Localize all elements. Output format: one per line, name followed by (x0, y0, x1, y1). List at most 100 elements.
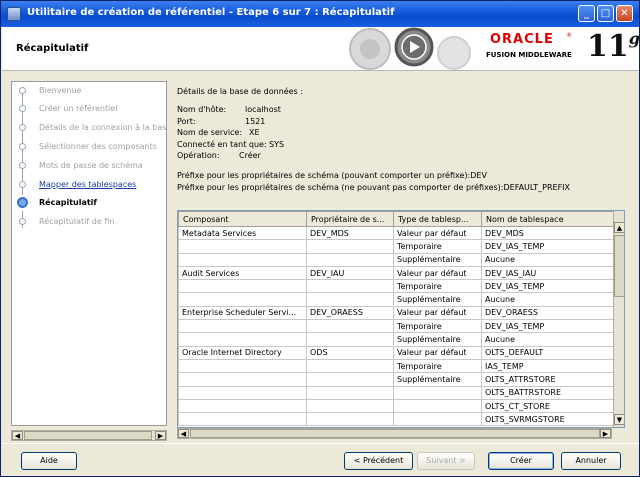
table-cell: OLTS_DEFAULT (481, 345, 614, 360)
table-cell: Audit Services (178, 265, 307, 281)
scroll-thumb[interactable] (24, 431, 152, 440)
db-value-operation: Créer (239, 151, 261, 160)
table-cell (306, 292, 394, 307)
minimize-icon: _ (584, 8, 589, 19)
nav-step-label: Récapitulatif (39, 198, 97, 207)
table-cell: Valeur par défaut (393, 265, 482, 281)
table-cell: DEV_IAS_IAU (481, 265, 614, 281)
db-label-connected-as: Connecté en tant que: (177, 140, 267, 149)
db-value-host: localhost (245, 105, 281, 114)
table-vertical-scrollbar[interactable]: ▲ ▼ (613, 211, 624, 427)
table-cell: OLTS_CT_STORE (481, 398, 614, 414)
window-title: Utilitaire de création de référentiel - … (27, 7, 395, 18)
table-cell: DEV_IAS_TEMP (481, 239, 614, 254)
table-row[interactable]: Temporaire DEV_IAS_TEMP (178, 239, 614, 254)
cancel-button[interactable]: Annuler (561, 452, 621, 470)
next-button-label: Suivant > (426, 456, 466, 465)
scroll-thumb[interactable] (190, 429, 600, 438)
column-header-proprietaire[interactable]: Propriétaire de s... (306, 211, 394, 227)
column-header-nom[interactable]: Nom de tablespace (481, 211, 614, 227)
table-cell: Temporaire (393, 239, 482, 254)
table-row[interactable]: Metadata Services DEV_MDS Valeur par défau… (178, 225, 614, 241)
table-cell: DEV_IAU (306, 265, 394, 281)
previous-button-label: < Précédent (353, 456, 404, 465)
nav-step-label: Créer un référentiel (39, 104, 118, 113)
db-label-service: Nom de service: (177, 128, 243, 137)
step-done-icon (19, 162, 26, 169)
table-cell (306, 398, 394, 414)
table-cell (178, 279, 307, 294)
nav-step-connexion: Détails de la connexion à la base de don… (12, 120, 167, 136)
table-horizontal-scrollbar[interactable]: ◀ ▶ (177, 428, 612, 439)
table-cell: Supplémentaire (393, 252, 482, 267)
nav-step-recapitulatif-fin: Récapitulatif de fin (12, 214, 166, 230)
table-cell: Enterprise Scheduler Servi... (178, 305, 307, 321)
scroll-right-icon[interactable]: ▶ (155, 431, 166, 440)
table-cell: DEV_MDS (306, 225, 394, 241)
db-details-heading: Détails de la base de données : (177, 87, 304, 96)
table-cell (306, 239, 394, 254)
table-cell: Aucune (481, 332, 614, 347)
prefix-line-1: Préfixe pour les propriétaires de schéma… (177, 171, 487, 180)
nav-horizontal-scrollbar[interactable]: ◀ ▶ (11, 430, 167, 441)
table-cell (306, 412, 394, 427)
table-row[interactable]: Temporaire DEV_IAS_TEMP (178, 319, 614, 334)
table-row[interactable]: Oracle Internet Directory ODS Valeur par d… (178, 345, 614, 360)
create-button-label: Créer (510, 456, 532, 465)
tablespace-table[interactable]: Composant Propriétaire de s... Type de t… (177, 210, 625, 428)
table-cell: OLTS_BATTRSTORE (481, 385, 614, 400)
table-row[interactable]: OLTS_BATTRSTORE (178, 385, 614, 400)
table-cell (178, 372, 307, 387)
table-cell (393, 398, 482, 414)
table-row[interactable]: Supplémentaire Aucune (178, 292, 614, 307)
title-bar[interactable]: Utilitaire de création de référentiel - … (1, 1, 639, 27)
nav-step-link[interactable]: Mapper des tablespaces (39, 180, 136, 189)
scroll-left-icon[interactable]: ◀ (12, 431, 23, 440)
table-row[interactable]: OLTS_SVRMGSTORE (178, 412, 614, 427)
step-done-icon (19, 87, 26, 94)
nav-step-mots-de-passe: Mots de passe de schéma (12, 158, 166, 174)
db-label-host: Nom d'hôte: (177, 105, 227, 114)
table-row[interactable]: Temporaire DEV_IAS_TEMP (178, 279, 614, 294)
table-row[interactable]: Supplémentaire OLTS_ATTRSTORE (178, 372, 614, 387)
step-done-icon (19, 124, 26, 131)
table-row[interactable]: Supplémentaire Aucune (178, 332, 614, 347)
installer-window: Utilitaire de création de référentiel - … (0, 0, 640, 477)
table-row[interactable]: Temporaire IAS_TEMP (178, 358, 614, 374)
step-done-icon (19, 181, 26, 188)
close-button[interactable]: ✕ (616, 5, 633, 22)
scroll-left-icon[interactable]: ◀ (178, 429, 189, 438)
nav-step-label: Mots de passe de schéma (39, 161, 143, 170)
table-cell (306, 252, 394, 267)
nav-step-tablespaces[interactable]: Mapper des tablespaces (12, 177, 166, 193)
table-row[interactable]: Enterprise Scheduler Servi... DEV_ORAESS V… (178, 305, 614, 321)
table-row[interactable]: Audit Services DEV_IAU Valeur par défaut DE… (178, 265, 614, 281)
gears-graphic-icon (349, 27, 471, 70)
table-cell (178, 292, 307, 307)
table-cell (178, 319, 307, 334)
nav-step-bienvenue: Bienvenue (12, 83, 166, 99)
nav-step-label: Récapitulatif de fin (39, 217, 115, 226)
table-cell: Temporaire (393, 358, 482, 374)
scroll-thumb[interactable] (614, 235, 624, 297)
create-button[interactable]: Créer (488, 452, 554, 470)
scroll-right-icon[interactable]: ▶ (600, 429, 611, 438)
help-button[interactable]: Aide (21, 452, 77, 470)
maximize-button[interactable]: □ (597, 5, 614, 22)
scroll-down-icon[interactable]: ▼ (614, 414, 624, 425)
nav-step-label: Bienvenue (39, 86, 82, 95)
table-cell: DEV_IAS_TEMP (481, 279, 614, 294)
table-cell: Valeur par défaut (393, 345, 482, 360)
nav-step-label: Détails de la connexion à la base de don… (39, 123, 167, 132)
scroll-up-icon[interactable]: ▲ (614, 222, 624, 233)
table-row[interactable]: Supplémentaire Aucune (178, 252, 614, 267)
column-header-composant[interactable]: Composant (178, 211, 307, 227)
cancel-button-label: Annuler (575, 456, 607, 465)
table-row[interactable]: OLTS_CT_STORE (178, 398, 614, 414)
previous-button[interactable]: < Précédent (344, 452, 413, 470)
minimize-button[interactable]: _ (578, 5, 595, 22)
column-header-type[interactable]: Type de tablesp... (393, 211, 482, 227)
table-cell (306, 279, 394, 294)
table-cell (178, 412, 307, 427)
next-button[interactable]: Suivant > (417, 452, 475, 470)
